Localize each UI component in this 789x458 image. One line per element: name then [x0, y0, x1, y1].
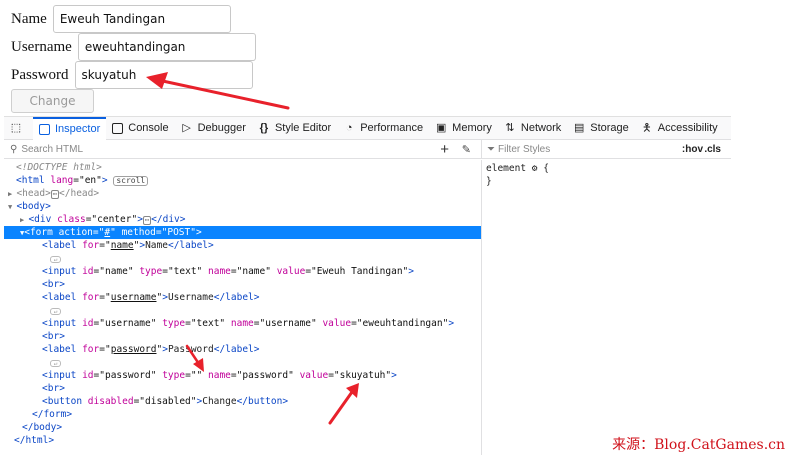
right-margin [731, 116, 789, 454]
whitespace-icon: ↵ [50, 256, 61, 263]
password-input[interactable]: skuyatuh [74, 61, 253, 89]
markup-body-open[interactable]: ▼ <body> [4, 200, 481, 213]
markup-doctype[interactable]: <!DOCTYPE html> [4, 161, 481, 174]
password-label: Password [11, 66, 69, 83]
tab-storage[interactable]: ▤ Storage [567, 117, 635, 140]
element-rule-close: } [486, 176, 492, 187]
whitespace-icon: ↵ [50, 308, 61, 315]
name-label: Name [11, 10, 47, 27]
markup-button[interactable]: <button disabled="disabled">Change</butt… [4, 395, 481, 408]
cls-toggle[interactable]: .cls [704, 144, 721, 155]
change-button[interactable]: Change [11, 89, 94, 113]
markup-form-close[interactable]: </form> [4, 408, 481, 421]
devtools-subbar: ⚲ Search HTML + ✎ ⏷ Filter Styles :hov .… [4, 139, 731, 159]
eyedropper-icon[interactable]: ✎ [462, 143, 471, 156]
element-rule[interactable]: element ⚙ { [486, 163, 549, 174]
username-input[interactable]: eweuhtandingan [77, 33, 256, 61]
tab-memory-label: Memory [452, 122, 492, 134]
markup-html-open[interactable]: <html lang="en"> scroll [4, 174, 481, 187]
devtools-toolbar: ⬚ Inspector Console ▷ Debugger {} Style … [4, 116, 731, 140]
debugger-icon: ▷ [182, 122, 191, 134]
markup-br[interactable]: <br> [4, 278, 481, 291]
tab-console[interactable]: Console [106, 117, 174, 140]
tab-performance[interactable]: ◔ Performance [337, 117, 429, 140]
watermark: 来源：Blog.CatGames.cn [612, 437, 785, 453]
filter-styles-box[interactable]: ⏷ Filter Styles :hov .cls [482, 140, 731, 159]
tab-performance-label: Performance [360, 122, 424, 134]
tab-inspector-label: Inspector [55, 123, 101, 135]
tab-debugger[interactable]: ▷ Debugger [175, 117, 252, 140]
add-node-icon[interactable]: + [440, 140, 449, 159]
tab-console-label: Console [128, 122, 169, 134]
tab-network[interactable]: ⇅ Network [498, 117, 567, 140]
scroll-badge[interactable]: scroll [113, 176, 149, 186]
devtools-panel: ⬚ Inspector Console ▷ Debugger {} Style … [4, 116, 731, 455]
markup-head[interactable]: ▶ <head> ⋯ </head> [4, 187, 481, 200]
search-html-input[interactable]: Search HTML [21, 144, 83, 155]
element-picker-icon: ⬚ [10, 122, 22, 134]
username-row: Username eweuhtandingan [11, 33, 256, 61]
rules-view: element ⚙ { } [483, 160, 731, 455]
search-html-box[interactable]: ⚲ Search HTML + ✎ [4, 139, 482, 159]
markup-input-username[interactable]: <input id="username" type="text" name="u… [4, 317, 481, 330]
memory-icon: ▣ [435, 122, 447, 134]
search-icon: ⚲ [10, 143, 18, 155]
markup-whitespace: ↵ [4, 356, 481, 369]
tab-debugger-label: Debugger [197, 122, 246, 134]
element-picker-button[interactable]: ⬚ [4, 117, 33, 140]
username-label: Username [11, 38, 72, 55]
tab-accessibility-label: Accessibility [657, 122, 718, 134]
name-row: Name Eweuh Tandingan [11, 5, 231, 33]
filter-icon: ⏷ [487, 143, 495, 155]
filter-styles-input[interactable]: Filter Styles [498, 144, 550, 155]
name-input[interactable]: Eweuh Tandingan [52, 5, 231, 33]
tab-network-label: Network [520, 122, 562, 134]
accessibility-icon: 🯅 [641, 122, 652, 134]
collapsed-ellipsis[interactable]: ⋯ [142, 216, 152, 225]
markup-br[interactable]: <br> [4, 330, 481, 343]
markup-whitespace: ↵ [4, 304, 481, 317]
performance-icon: ◔ [345, 122, 353, 134]
network-icon: ⇅ [505, 122, 515, 134]
markup-input-password[interactable]: <input id="password" type="" name="passw… [4, 369, 481, 382]
markup-view: <!DOCTYPE html> <html lang="en"> scroll … [4, 160, 482, 455]
console-icon [112, 122, 124, 134]
markup-input-name[interactable]: <input id="name" type="text" name="name"… [4, 265, 481, 278]
hov-toggle[interactable]: :hov [682, 144, 703, 155]
markup-label-password[interactable]: <label for="password">Password</label> [4, 343, 481, 356]
tab-style-editor-label: Style Editor [274, 122, 332, 134]
tab-storage-label: Storage [590, 122, 629, 134]
markup-label-username[interactable]: <label for="username">Username</label> [4, 291, 481, 304]
markup-label-name[interactable]: <label for="name">Name</label> [4, 239, 481, 252]
markup-form-open-selected[interactable]: ▼<form action="#" method="POST"> [4, 226, 481, 239]
password-row: Password skuyatuh [11, 61, 253, 89]
collapsed-ellipsis[interactable]: ⋯ [50, 190, 60, 199]
markup-div[interactable]: ▶ <div class="center"> ⋯ </div> [4, 213, 481, 226]
inspector-icon [39, 123, 50, 135]
tab-accessibility[interactable]: 🯅 Accessibility [635, 117, 724, 140]
style-editor-icon: {} [259, 122, 269, 134]
tab-memory[interactable]: ▣ Memory [429, 117, 498, 140]
doctype-text: <!DOCTYPE html> [16, 162, 102, 173]
tab-style-editor[interactable]: {} Style Editor [252, 117, 337, 140]
tab-inspector[interactable]: Inspector [33, 116, 107, 140]
markup-br[interactable]: <br> [4, 382, 481, 395]
whitespace-icon: ↵ [50, 360, 61, 367]
markup-html-close[interactable]: </html> [4, 434, 481, 447]
storage-icon: ▤ [574, 122, 585, 134]
markup-whitespace: ↵ [4, 252, 481, 265]
markup-body-close[interactable]: </body> [4, 421, 481, 434]
